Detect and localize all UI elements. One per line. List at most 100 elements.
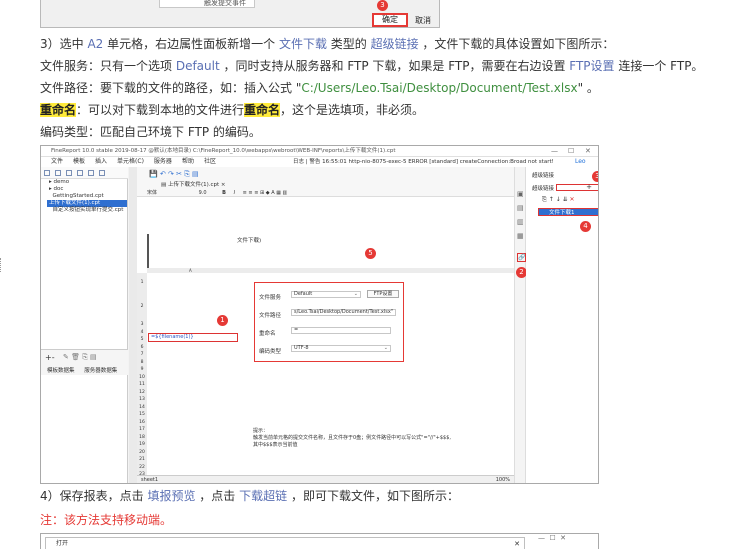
column-a-header[interactable]: A [189,268,192,273]
tree-file[interactable]: 自定义按钮实现单行提交.cpt [41,207,127,214]
ok-button[interactable]: 确定 [372,13,408,27]
file-path-example: C:/Users/Leo.Tsai/Desktop/Document/Test.… [301,81,578,95]
tree-label: demo [53,179,70,185]
file-path-input[interactable]: s/Leo.Tsai/Desktop/Document/Test.xlsx" [291,309,396,316]
margin-marker [0,258,2,272]
encoding-select[interactable]: UTF-8 ⌄ [291,345,391,352]
text: " 。 [577,81,599,95]
font-name-select[interactable]: 宋体 [147,190,157,196]
ftp-settings-link[interactable]: FTP设置 [569,59,614,73]
close-icon[interactable]: ✕ [585,146,591,157]
file-service-select[interactable]: Default ⌄ [291,291,361,298]
open-icon[interactable] [66,170,72,176]
menu-server[interactable]: 服务器 [154,158,172,165]
row-header[interactable]: 17 [137,426,147,434]
row-header[interactable]: 20 [137,449,147,457]
row-header[interactable]: 12 [137,389,147,397]
add-hyperlink-button[interactable]: + [556,184,598,191]
hint-line: 触发当前单元格的提交文件名称，且文件存于0盘；例文件路径中可以写公式"="//"… [253,435,451,441]
file-path-label: 文件路径 [259,313,282,319]
refresh-icon[interactable] [55,170,61,176]
row-header[interactable]: 7 [137,351,147,359]
add-dataset-icon[interactable]: +- [45,353,55,362]
close-icon[interactable]: ✕ [514,538,520,549]
save-icon[interactable] [77,170,83,176]
row-header[interactable]: 16 [137,419,147,427]
file-path-paragraph: 文件路径：要下载的文件的路径，如：插入公式 "C:/Users/Leo.Tsai… [40,80,599,96]
log-message: 日志 | 警告 16:55:01 http-nio-8075-exec-5 ER… [293,159,554,165]
row-header[interactable]: 2 [137,293,147,321]
sheet-tab[interactable]: sheet1 [141,477,158,483]
tree-label: GettingStarted.cpt [52,193,104,199]
row-header[interactable]: 9 [137,366,147,374]
delete-icon[interactable] [88,170,94,176]
row-header[interactable]: 22 [137,464,147,472]
font-size-select[interactable]: 9.0 [199,190,207,196]
rename-input[interactable]: = [291,327,391,334]
row-header[interactable]: 18 [137,434,147,442]
bold-icon[interactable]: B [222,190,226,196]
menu-insert[interactable]: 插入 [95,158,107,165]
mobile-note: 注：该方法支持移动端。 [40,513,173,527]
dataset-tools-icon[interactable]: ✎ 🗑 ⎘ ▤ [63,353,97,362]
row-header[interactable]: 19 [137,441,147,449]
tree-file-selected[interactable]: 上传下载文件(1).cpt [47,200,127,207]
row-header[interactable]: 3 [137,321,147,329]
text: ，这个是选填项，非必须。 [280,103,425,117]
tree-folder-demo[interactable]: ▸ demo [41,179,127,186]
tree-folder-doc[interactable]: ▸ doc [41,186,127,193]
row-header[interactable]: 14 [137,404,147,412]
hyperlink-link[interactable]: 超级链接 [371,37,419,51]
menu-template[interactable]: 模板 [73,158,85,165]
editor-toolbar: 💾 ↶ ↷ ✂ ⎘ ▤ ▤ 上传下载文件(1).cpt × 宋体 9.0 B I… [137,167,514,197]
save-toolbar-icon[interactable]: 💾 ↶ ↷ ✂ ⎘ ▤ [149,170,199,179]
zoom-level[interactable]: 100% [496,476,510,483]
step-badge: 1 [217,315,228,326]
row-header[interactable]: 15 [137,411,147,419]
select-value: UTF-8 [294,345,309,351]
row-header[interactable]: 10 [137,374,147,382]
italic-icon[interactable]: I [234,190,235,196]
row-header[interactable]: 4 [137,329,147,337]
download-hyperlink-link[interactable]: 下载超链 [239,489,287,503]
row-header[interactable]: 21 [137,456,147,464]
hyperlink-actions[interactable]: ⎘ ↑ ↓ ⇊ ✕ [542,196,575,204]
row-header[interactable]: 6 [137,344,147,352]
new-icon[interactable] [44,170,50,176]
menu-file[interactable]: 文件 [51,158,63,165]
chevron-down-icon: ⌄ [353,291,358,297]
tab-template-dataset[interactable]: 模板数据集 [47,368,75,374]
tree-file[interactable]: GettingStarted.cpt [41,193,127,200]
tree-toolbar [41,167,128,179]
cell-a2[interactable]: =${filename(1)} [148,333,238,342]
copy-icon[interactable] [99,170,105,176]
tree-label: 自定义按钮实现单行提交.cpt [52,207,124,213]
fill-preview-link[interactable]: 填报预览 [147,489,195,503]
menu-help[interactable]: 帮助 [182,158,194,165]
align-icons[interactable]: ≡ ≡ ≡ ⊞ ◆ A ▦ ▥ [243,190,288,196]
ftp-settings-button[interactable]: FTP设置 [367,290,399,298]
hyperlink-panel: 超级链接 3 超级链接 + ⎘ ↑ ↓ ⇊ ✕ 文件下载1 4 [526,167,598,483]
submit-event-checkbox[interactable]: 触发提交事件 [159,0,255,8]
row-header[interactable]: 8 [137,359,147,367]
tab-server-dataset[interactable]: 服务器数据集 [84,368,117,374]
row-header[interactable]: 5 [137,336,147,344]
menu-community[interactable]: 社区 [204,158,216,165]
template-tab[interactable]: ▤ 上传下载文件(1).cpt × [161,180,226,188]
file-service-paragraph: 文件服务：只有一个选项 Default ，同时支持从服务器和 FTP 下载，如果… [40,58,703,74]
property-icons[interactable]: ▣ ▤ ▥ ▦ [517,187,524,243]
text: ，同时支持从服务器和 FTP 下载，如果是 FTP，需要在右边设置 [219,59,570,73]
hyperlink-item[interactable]: 文件下载1 [538,208,598,216]
row-header[interactable]: 11 [137,381,147,389]
file-download-link[interactable]: 文件下载 [279,37,327,51]
text: ，即可下载文件，如下图所示： [287,489,459,503]
cancel-button[interactable]: 取消 [415,15,445,26]
delete-icon[interactable]: ✕ [570,196,575,203]
hyperlink-icon[interactable]: 🔗 [517,253,526,262]
row-header[interactable]: 1 [137,273,147,293]
menu-cell[interactable]: 单元格(C) [117,158,144,165]
maximize-icon[interactable]: ☐ [568,146,574,157]
row-header[interactable]: 13 [137,396,147,404]
minimize-icon[interactable]: — [551,146,558,157]
window-controls[interactable]: — ☐ ✕ [538,534,566,542]
